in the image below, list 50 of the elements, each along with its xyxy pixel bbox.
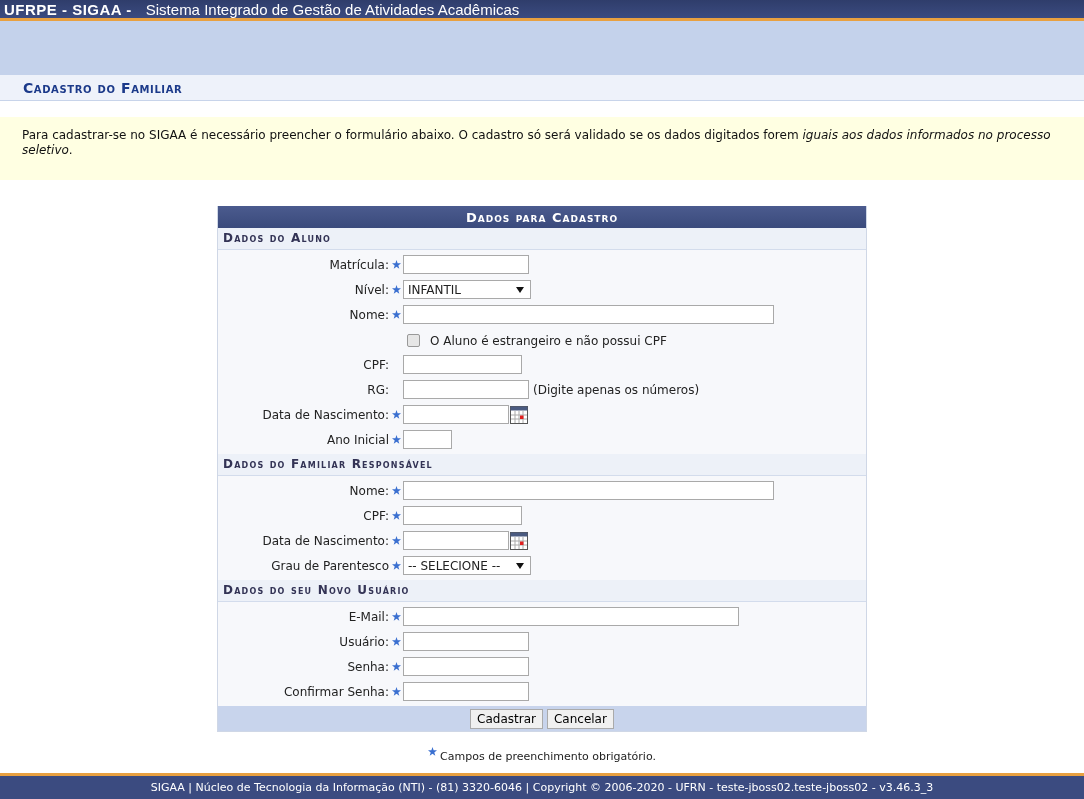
field-label: CPF: [363, 357, 389, 372]
date-input-field[interactable] [403, 405, 509, 424]
brand-title: UFRPE - SIGAA - [4, 0, 132, 18]
field-label: Nome: [349, 483, 389, 498]
calendar-icon[interactable] [510, 531, 528, 550]
field-label: RG: [367, 382, 389, 397]
field-label: Senha: [347, 659, 389, 674]
required-star-icon [428, 747, 438, 756]
page-title: Cadastro do Familiar [23, 79, 183, 96]
section-header: Dados do Familiar Responsável [218, 454, 866, 476]
section-header: Dados do seu Novo Usuário [218, 580, 866, 602]
input-field[interactable] [403, 380, 529, 399]
input-field[interactable] [403, 481, 774, 500]
field-label: Data de Nascimento: [262, 533, 389, 548]
notice-text: Para cadastrar-se no SIGAA é necessário preencher o formulário abaixo. O cadastro só será validado se os dados digitados forem iguais aos dados informados no processo seletivo. [22, 128, 1052, 158]
field-label: Nível: [354, 282, 389, 297]
field-label: Grau de Parentesco [271, 558, 389, 573]
footer-text: SIGAA | Núcleo de Tecnologia da Informação (NTI) - (81) 3320-6046 | Copyright © 2006-2020 - UFRN - teste-jboss02.teste-jboss02 - v3.46.3_3 [150, 781, 934, 794]
input-field[interactable] [403, 682, 529, 701]
field-label: Data de Nascimento: [262, 407, 389, 422]
date-input-field[interactable] [403, 531, 509, 550]
input-field[interactable] [403, 355, 522, 374]
checkbox[interactable] [407, 334, 420, 347]
caret-icon [516, 562, 524, 569]
system-name: Sistema Integrado de Gestão de Atividades Acadêmicas [145, 0, 520, 18]
input-field[interactable] [403, 632, 529, 651]
hint-text: (Digite apenas os números) [533, 382, 700, 397]
checkbox-label: O Aluno é estrangeiro e não possui CPF [430, 333, 667, 348]
form-button[interactable]: Cancelar [546, 708, 614, 729]
form-button[interactable]: Cadastrar [470, 708, 543, 729]
input-field[interactable] [403, 255, 529, 274]
required-note: Campos de preenchimento obrigatório. [440, 750, 656, 763]
input-field[interactable] [403, 305, 774, 324]
field-label: Confirmar Senha: [284, 684, 389, 699]
field-label: Matrícula: [329, 257, 389, 272]
field-label: E-Mail: [348, 609, 389, 624]
caret-icon [516, 286, 524, 293]
input-field[interactable] [403, 506, 522, 525]
dropdown[interactable]: -- SELECIONE -- [403, 556, 531, 575]
field-label: Usuário: [339, 634, 389, 649]
input-field[interactable] [403, 607, 739, 626]
input-field[interactable] [403, 657, 529, 676]
input-field[interactable] [403, 430, 452, 449]
section-header: Dados do Aluno [218, 228, 866, 250]
field-label: Ano Inicial [326, 432, 389, 447]
dropdown[interactable]: INFANTIL [403, 280, 531, 299]
calendar-icon[interactable] [510, 405, 528, 424]
field-label: Nome: [349, 307, 389, 322]
field-label: CPF: [363, 508, 389, 523]
form-title: Dados para Cadastro [218, 206, 866, 228]
